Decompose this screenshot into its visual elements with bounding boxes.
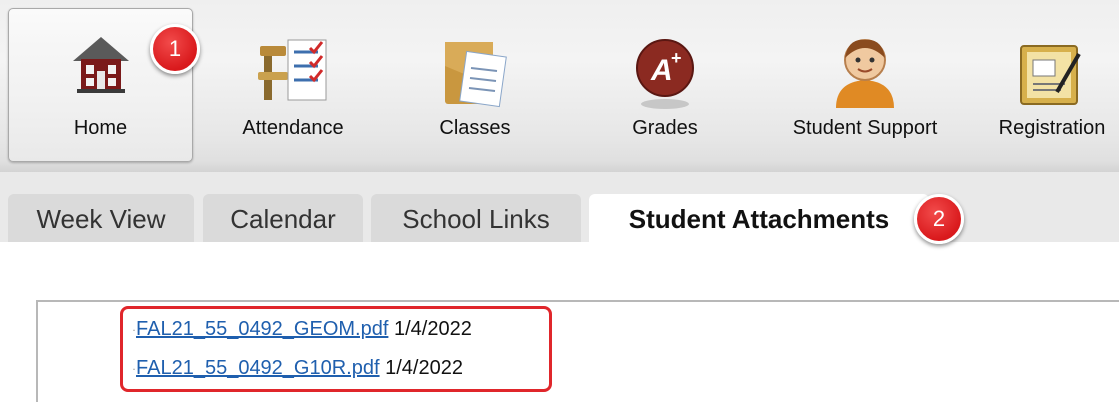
nav-classes-button[interactable]: Classes: [395, 0, 555, 170]
tab-school-links[interactable]: School Links: [371, 194, 581, 242]
tab-calendar[interactable]: Calendar: [203, 194, 363, 242]
svg-text:+: +: [671, 48, 682, 68]
grades-a-plus-icon: A +: [636, 39, 694, 109]
callout-badge-2: 2: [914, 194, 964, 244]
nav-attendance-button[interactable]: Attendance: [198, 0, 388, 170]
callout-badge-1: 1: [150, 24, 200, 74]
student-person-icon: [836, 39, 894, 108]
tab-week-view[interactable]: Week View: [8, 194, 194, 242]
nav-attendance-label: Attendance: [242, 117, 344, 139]
registration-clipboard-icon: [1020, 45, 1081, 105]
tab-student-attachments[interactable]: Student Attachments: [589, 194, 929, 242]
school-house-icon: [73, 37, 129, 93]
nav-grades-button[interactable]: A + Grades: [595, 0, 735, 170]
nav-grades-label: Grades: [632, 117, 698, 139]
classes-folder-icon: [445, 42, 507, 108]
attachments-highlight-box: [120, 306, 552, 392]
nav-student-support-label: Student Support: [792, 117, 938, 139]
nav-home-label: Home: [73, 117, 128, 139]
nav-student-support-button[interactable]: Student Support: [770, 0, 960, 170]
attendance-checklist-icon: [258, 39, 327, 101]
nav-registration-button[interactable]: Registration: [985, 0, 1119, 170]
nav-classes-label: Classes: [439, 117, 511, 139]
nav-registration-label: Registration: [998, 117, 1106, 139]
svg-text:A: A: [650, 54, 673, 87]
